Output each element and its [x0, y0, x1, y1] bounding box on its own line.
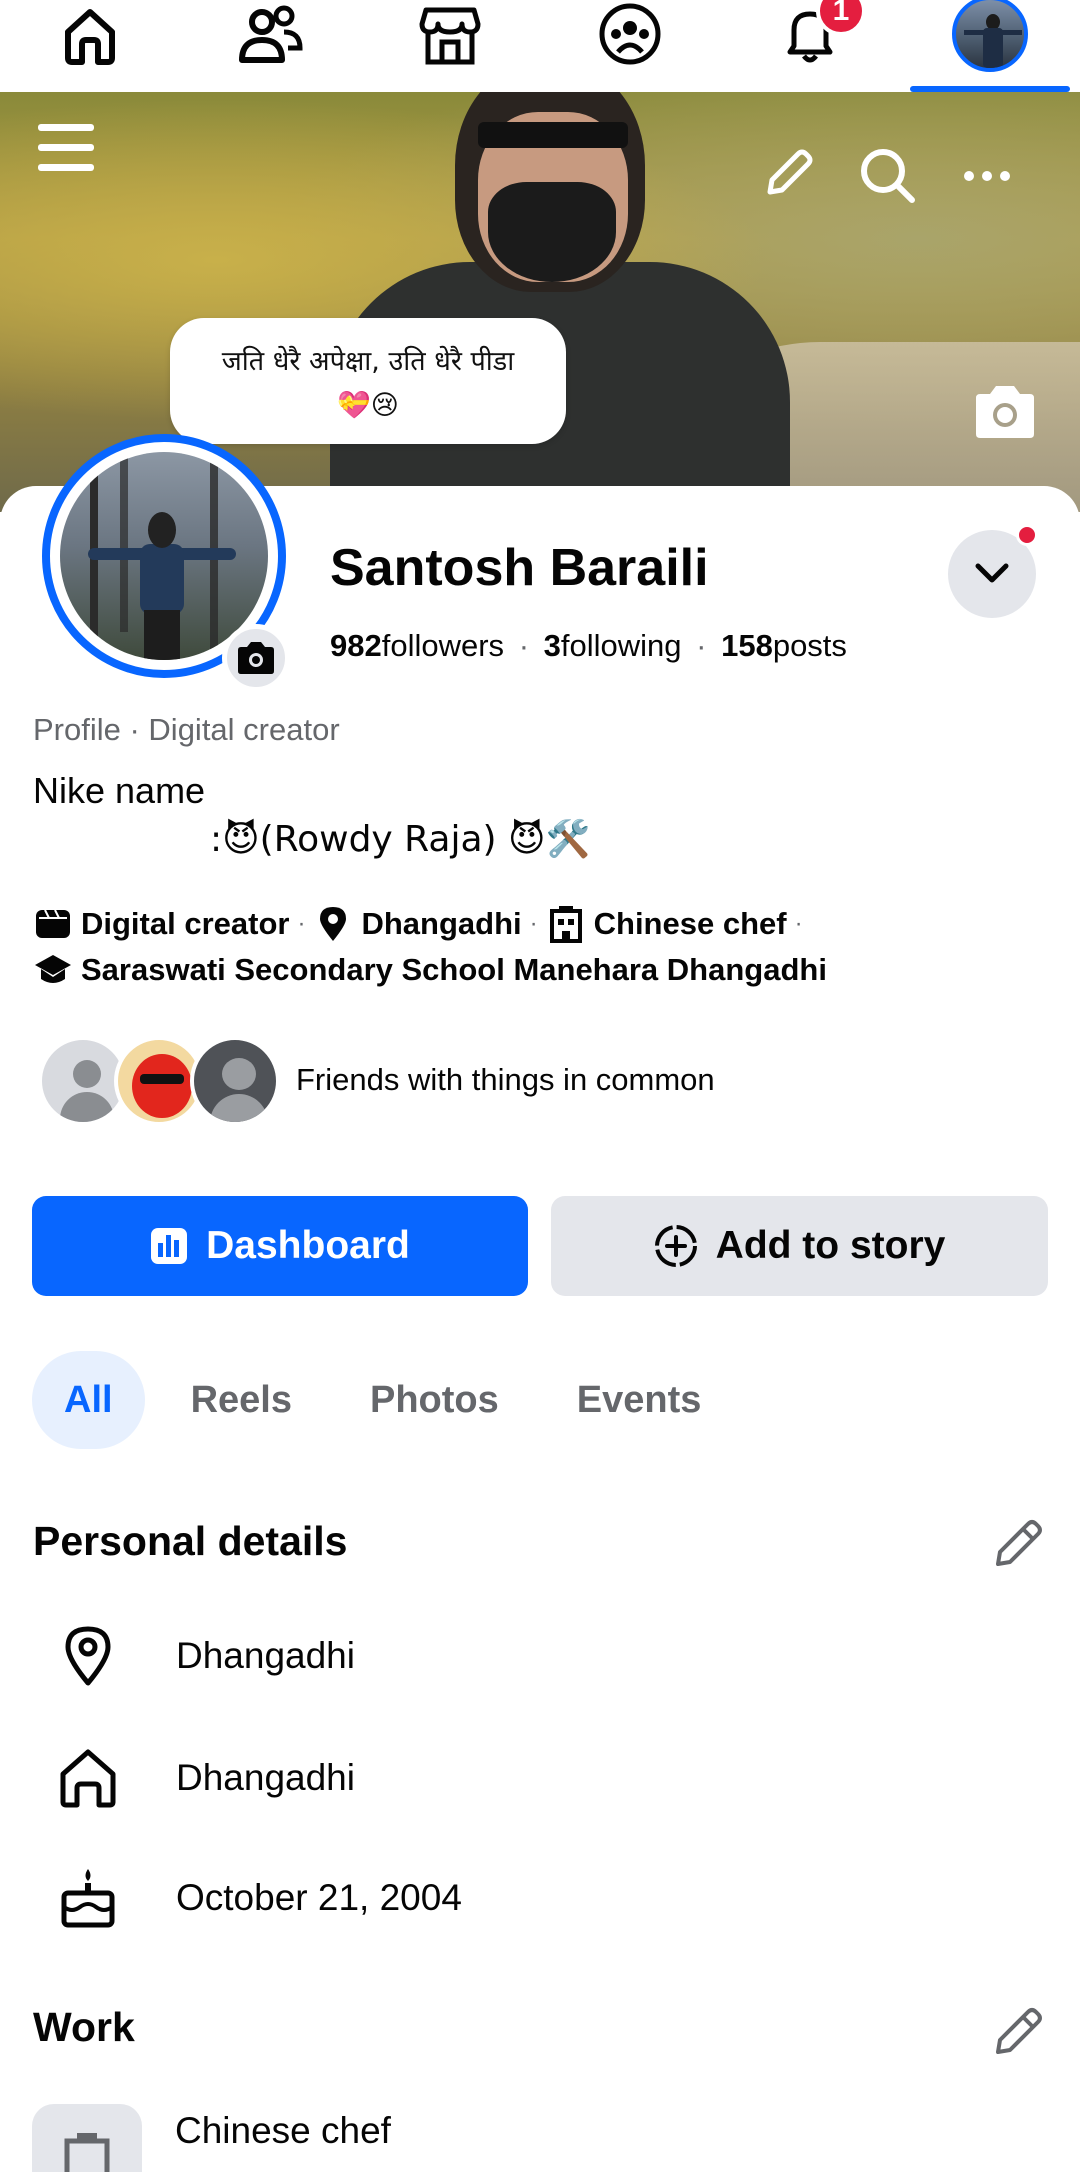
- info-row-current-city: Dhangadhi: [56, 1624, 355, 1688]
- followers-label: followers: [381, 628, 505, 663]
- chevron-down-icon: [975, 563, 1009, 583]
- detail-separator: ·: [794, 910, 803, 937]
- intro-details-row-1: Digital creator · Dhangadhi · Chinese ch…: [33, 904, 811, 944]
- info-row-birthday: October 21, 2004: [56, 1866, 462, 1930]
- note-text-line2: 💝😢: [337, 390, 399, 421]
- birthday-cake-icon: [56, 1866, 120, 1930]
- stats-separator: ·: [696, 628, 707, 663]
- more-options-icon[interactable]: [962, 166, 1012, 186]
- nav-tab-home[interactable]: [0, 0, 180, 92]
- personal-details-title: Personal details: [33, 1518, 348, 1564]
- profile-tabs: All Reels Photos Events: [32, 1350, 747, 1450]
- location-pin-icon: [56, 1624, 120, 1688]
- work-job-value: Chinese chef: [175, 2110, 391, 2151]
- dashboard-label: Dashboard: [206, 1224, 410, 1267]
- profile-category: Profile · Digital creator: [33, 712, 340, 747]
- following-count: 3: [543, 628, 561, 663]
- nav-tab-groups[interactable]: [540, 0, 720, 92]
- nav-tab-marketplace[interactable]: [360, 0, 540, 92]
- edit-personal-details-icon[interactable]: [990, 1516, 1046, 1572]
- cover-camera-icon[interactable]: [972, 384, 1038, 440]
- nav-tab-notifications[interactable]: 1: [720, 0, 900, 92]
- menu-icon[interactable]: [36, 118, 96, 178]
- cover-person-glasses: [478, 122, 628, 148]
- bio-line-1: Nike name: [33, 770, 206, 811]
- following-label: following: [560, 628, 682, 663]
- detail-school: Saraswati Secondary School Manehara Dhan…: [81, 952, 827, 987]
- avatar-camera-icon[interactable]: [222, 624, 290, 692]
- tab-all[interactable]: All: [32, 1351, 145, 1449]
- top-navigation-bar: 1: [0, 0, 1080, 92]
- intro-details-row-2: Saraswati Secondary School Manehara Dhan…: [33, 950, 827, 990]
- add-to-story-label: Add to story: [715, 1224, 946, 1267]
- bio-line-2: :😈(Rowdy Raja) 😈🛠️: [210, 819, 591, 860]
- dashboard-button[interactable]: Dashboard: [32, 1196, 528, 1296]
- profile-name: Santosh Baraili: [330, 539, 709, 597]
- search-icon[interactable]: [858, 146, 918, 206]
- work-title: Work: [33, 2004, 135, 2050]
- edit-work-icon[interactable]: [990, 2004, 1046, 2060]
- edit-pencil-icon[interactable]: [760, 146, 816, 202]
- home-icon: [56, 1746, 120, 1810]
- add-to-story-button[interactable]: Add to story: [551, 1196, 1048, 1296]
- detail-separator: ·: [529, 910, 538, 937]
- cover-person-mask: [488, 182, 616, 282]
- posts-label: posts: [772, 628, 847, 663]
- posts-count: 158: [721, 628, 773, 663]
- stats-separator: ·: [518, 628, 530, 663]
- friends-icon: [239, 5, 303, 63]
- groups-icon: [599, 3, 661, 65]
- mutual-friends-text[interactable]: Friends with things in common: [296, 1062, 715, 1098]
- mutual-avatar: [190, 1036, 280, 1126]
- marketplace-icon: [419, 7, 481, 65]
- detail-separator: ·: [297, 910, 306, 937]
- current-city-value: Dhangadhi: [176, 1635, 355, 1676]
- detail-creator: Digital creator: [81, 906, 290, 941]
- tab-reels[interactable]: Reels: [159, 1351, 324, 1449]
- profile-note-bubble[interactable]: जति धेरै अपेक्षा, उति धेरै पीडा 💝😢: [170, 318, 566, 444]
- detail-location: Dhangadhi: [361, 906, 522, 941]
- work-building-icon: [32, 2104, 142, 2172]
- home-icon: [65, 9, 115, 65]
- nav-tab-friends[interactable]: [180, 0, 360, 92]
- followers-count: 982: [330, 628, 382, 663]
- hometown-value: Dhangadhi: [176, 1757, 355, 1798]
- tab-photos[interactable]: Photos: [338, 1351, 531, 1449]
- nav-tab-profile[interactable]: [900, 0, 1080, 92]
- profile-stats[interactable]: 982followers · 3following · 158posts: [330, 628, 847, 664]
- birthday-value: October 21, 2004: [176, 1877, 462, 1918]
- detail-job: Chinese chef: [593, 906, 787, 941]
- location-pin-icon: [313, 904, 353, 944]
- dropdown-notification-dot: [1016, 524, 1038, 546]
- dashboard-chart-icon: [151, 1228, 188, 1264]
- graduation-cap-icon: [33, 950, 73, 990]
- tab-events[interactable]: Events: [545, 1351, 734, 1449]
- mutual-friends-avatars[interactable]: [38, 1036, 280, 1126]
- nav-profile-avatar: [952, 0, 1028, 72]
- add-circle-icon: [654, 1225, 697, 1267]
- note-text-line1: जति धेरै अपेक्षा, उति धेरै पीडा: [221, 346, 515, 377]
- briefcase-building-icon: [546, 904, 586, 944]
- clapperboard-icon: [33, 904, 73, 944]
- info-row-hometown: Dhangadhi: [56, 1746, 355, 1810]
